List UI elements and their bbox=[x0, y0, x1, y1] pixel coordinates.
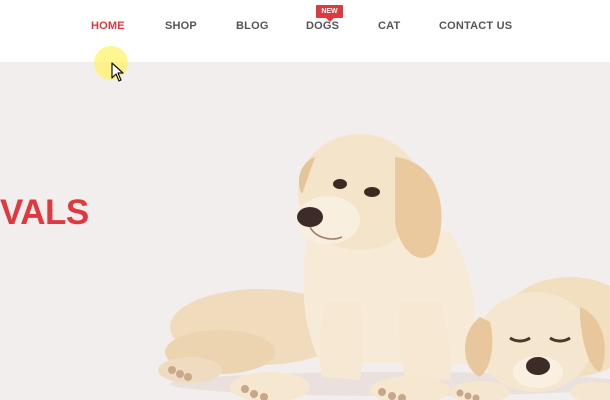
mouse-pointer-icon bbox=[111, 62, 124, 82]
puppies-image bbox=[158, 134, 610, 400]
nav-item-blog[interactable]: BLOG bbox=[236, 20, 269, 32]
nav-item-dogs[interactable]: DOGS bbox=[306, 20, 339, 32]
new-badge: NEW bbox=[316, 5, 343, 22]
nav-item-contact-us[interactable]: CONTACT US bbox=[439, 20, 512, 32]
nav-item-shop[interactable]: SHOP bbox=[165, 20, 197, 32]
hero-heading: VALS bbox=[0, 193, 89, 232]
nav-item-cat[interactable]: CAT bbox=[378, 20, 400, 32]
top-navigation: HOME SHOP BLOG DOGS NEW CAT CONTACT US bbox=[0, 0, 610, 62]
nav-item-home[interactable]: HOME bbox=[91, 20, 125, 32]
hero-banner: VALS bbox=[0, 62, 610, 400]
